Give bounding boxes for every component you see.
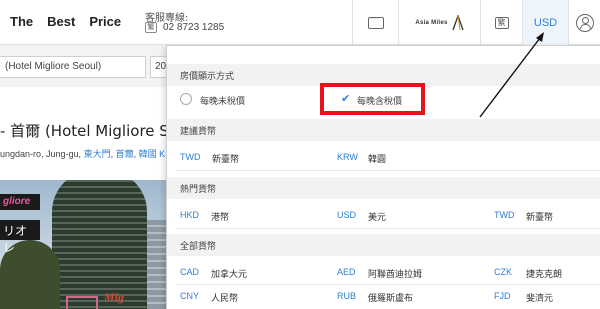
address-text: ungdan-ro, Jung-gu,	[0, 149, 84, 159]
brand-word-best: Best	[47, 14, 76, 29]
popular-currency-heading: 熱門貨幣	[167, 177, 600, 199]
currency-code-cad[interactable]: CAD	[180, 267, 199, 277]
currency-dropdown: 房價顯示方式 每晚未稅價 ✔ 每晚含稅價 建議貨幣 TWD 新臺幣 KRW 韓圓…	[166, 45, 600, 309]
currency-name[interactable]: 美元	[368, 210, 386, 223]
brand-logo[interactable]: The Best Price	[10, 14, 135, 29]
currency-code-cny[interactable]: CNY	[180, 291, 199, 301]
asia-miles-logo: Asia Miles	[415, 14, 464, 31]
currency-code-twd[interactable]: TWD	[494, 210, 515, 220]
radio-excl-tax[interactable]	[180, 93, 192, 105]
divider	[176, 284, 600, 285]
brand-word-price: Price	[89, 14, 122, 29]
currency-name[interactable]: 捷克克朗	[526, 267, 562, 280]
photo-sign-red: Mig	[104, 290, 125, 304]
area-link-dongdaemun[interactable]: 東大門	[84, 149, 111, 159]
brand-word-the: The	[10, 14, 34, 29]
option-excl-tax-label[interactable]: 每晚未稅價	[200, 94, 245, 107]
asia-miles-button[interactable]: Asia Miles	[398, 0, 480, 45]
currency-button[interactable]: USD	[522, 0, 568, 45]
currency-name[interactable]: 港幣	[211, 210, 229, 223]
option-incl-tax-label[interactable]: 每晚含稅價	[357, 94, 402, 107]
chat-icon	[367, 14, 384, 29]
top-header: TheBestPrice 客服專線: 繁 02 8723 1285 Asia M…	[0, 0, 600, 45]
currency-name[interactable]: 新臺幣	[212, 152, 239, 165]
currency-code-czk[interactable]: CZK	[494, 267, 512, 277]
currency-code-rub[interactable]: RUB	[337, 291, 356, 301]
chat-button[interactable]	[352, 0, 398, 45]
currency-code-fjd[interactable]: FJD	[494, 291, 511, 301]
currency-name[interactable]: 俄羅斯盧布	[368, 291, 413, 304]
currency-name[interactable]: 人民幣	[211, 291, 238, 304]
photo-frame	[66, 296, 98, 309]
asia-miles-text: Asia Miles	[415, 19, 448, 26]
check-icon: ✔	[341, 92, 351, 105]
photo-sign-katakana: リオレ	[0, 220, 40, 255]
divider	[176, 228, 600, 229]
hotline-row: 繁 02 8723 1285	[145, 22, 224, 33]
country-link-korea[interactable]: 韓國	[139, 149, 157, 159]
asia-miles-mark-icon	[452, 14, 464, 30]
language-button[interactable]: 繁	[480, 0, 522, 45]
currency-name[interactable]: 加拿大元	[211, 267, 247, 280]
language-icon: 繁	[494, 16, 509, 29]
currency-name[interactable]: 阿聯酋迪拉姆	[368, 267, 422, 280]
currency-code-aed[interactable]: AED	[337, 267, 356, 277]
currency-name[interactable]: 新臺幣	[526, 210, 553, 223]
city-link-seoul[interactable]: 首爾	[116, 149, 134, 159]
suggested-currency-heading: 建議貨幣	[167, 119, 600, 141]
hotline-number: 02 8723 1285	[163, 22, 225, 33]
destination-input[interactable]: (Hotel Migliore Seoul)	[0, 56, 146, 78]
hotel-photo[interactable]: gliore リオレ Mig	[0, 180, 168, 309]
divider	[176, 170, 600, 171]
account-button[interactable]	[568, 0, 600, 45]
currency-name[interactable]: 韓圓	[368, 152, 386, 165]
currency-code-twd[interactable]: TWD	[180, 152, 201, 162]
language-badge-icon: 繁	[145, 22, 157, 33]
photo-sign-neon: gliore	[0, 194, 40, 210]
currency-name[interactable]: 斐濟元	[526, 291, 553, 304]
hotel-title: - 首爾 (Hotel Migliore Seoul)	[0, 122, 168, 140]
user-icon	[575, 13, 594, 32]
currency-code-usd[interactable]: USD	[337, 210, 356, 220]
currency-code-hkd[interactable]: HKD	[180, 210, 199, 220]
all-currency-heading: 全部貨幣	[167, 234, 600, 256]
hotel-address: ungdan-ro, Jung-gu, 東大門, 首爾, 韓國 KS	[0, 147, 168, 160]
photo-building-tower	[52, 180, 147, 309]
currency-code-krw[interactable]: KRW	[337, 152, 358, 162]
